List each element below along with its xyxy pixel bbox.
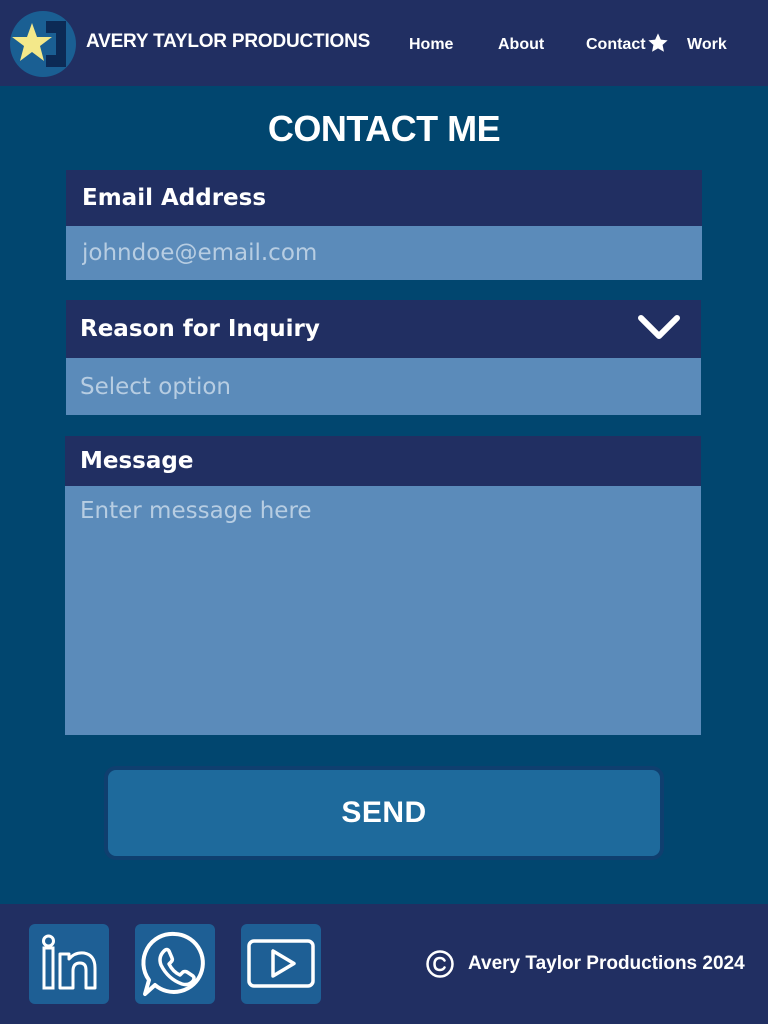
send-button[interactable]: SEND [104, 766, 664, 860]
reason-select[interactable]: Select option [66, 358, 701, 415]
message-textarea[interactable] [65, 486, 701, 735]
reason-selected-value: Select option [80, 373, 231, 400]
site-header: AVERY TAYLOR PRODUCTIONS Home About Cont… [0, 0, 768, 86]
copyright-text: Avery Taylor Productions 2024 [468, 953, 745, 974]
reason-label: Reason for Inquiry [80, 316, 320, 342]
whatsapp-icon[interactable] [135, 924, 215, 1004]
reason-label-bar[interactable]: Reason for Inquiry [66, 300, 701, 358]
email-field[interactable] [66, 226, 702, 280]
copyright-icon [426, 950, 454, 978]
nav-home[interactable]: Home [409, 36, 453, 54]
copyright: Avery Taylor Productions 2024 [426, 950, 745, 978]
star-icon [648, 33, 668, 52]
chevron-down-icon[interactable] [637, 314, 681, 342]
nav-work[interactable]: Work [687, 36, 727, 54]
nav-contact[interactable]: Contact [586, 36, 646, 54]
linkedin-icon[interactable] [29, 924, 109, 1004]
email-label: Email Address [66, 170, 702, 226]
nav-about[interactable]: About [498, 36, 544, 54]
youtube-icon[interactable] [241, 924, 321, 1004]
star-logo-icon[interactable] [10, 11, 76, 77]
message-label: Message [65, 436, 701, 486]
page-title: CONTACT ME [267, 108, 501, 149]
brand-name[interactable]: AVERY TAYLOR PRODUCTIONS [86, 31, 370, 53]
